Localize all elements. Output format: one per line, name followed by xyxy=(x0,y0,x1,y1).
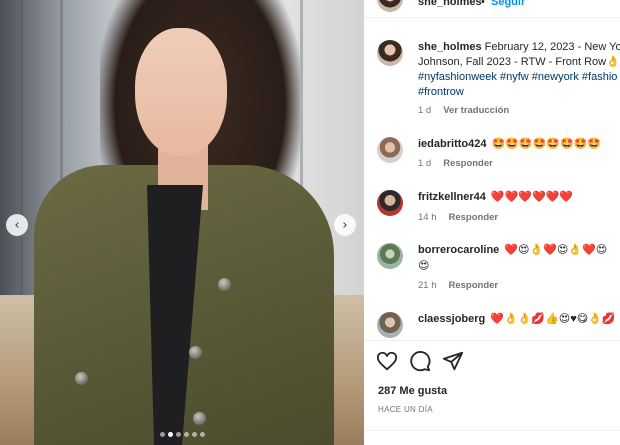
comment-text: 🤩🤩🤩🤩🤩🤩🤩🤩 xyxy=(491,138,602,150)
header-divider xyxy=(364,17,620,18)
comment-meta: 14 h Responder xyxy=(418,212,498,223)
comment-line-1: borrerocaroline ❤️😍👌❤️😍👌❤️😍 xyxy=(418,242,620,258)
carousel-prev-button[interactable]: ‹ xyxy=(6,214,28,236)
comment-text: ❤️👌👌💋👍😍♥😋👌💋 xyxy=(490,313,616,325)
comment-meta: 1 d Responder xyxy=(418,158,493,169)
carousel-dot xyxy=(191,432,197,437)
share-button[interactable] xyxy=(442,350,464,372)
reply-button[interactable]: Responder xyxy=(449,212,499,223)
translate-link[interactable]: Ver traducción xyxy=(443,105,509,116)
comment-line-2: 😍 xyxy=(418,260,430,272)
post-photo[interactable]: ‹ › xyxy=(0,0,364,445)
comment-avatar[interactable] xyxy=(377,243,403,269)
comment-avatar[interactable] xyxy=(377,137,403,163)
comment-icon xyxy=(410,351,431,372)
comment-username[interactable]: borrerocaroline xyxy=(418,244,499,256)
coat-button xyxy=(193,412,206,425)
chevron-left-icon: ‹ xyxy=(14,217,20,233)
hashtag-link[interactable]: #nyfw xyxy=(500,71,529,83)
carousel-dot xyxy=(175,432,181,437)
comment-text: ❤️❤️❤️❤️❤️❤️ xyxy=(490,191,574,203)
carousel-next-button[interactable]: › xyxy=(334,214,356,236)
hashtag-link[interactable]: #newyork xyxy=(532,71,579,83)
carousel-dot xyxy=(199,432,205,437)
footer-divider xyxy=(364,430,620,431)
post-timestamp: HACE UN DÍA xyxy=(378,405,433,414)
comment-username[interactable]: fritzkellner44 xyxy=(418,191,486,203)
caption-line-1: she_holmes February 12, 2023 - New Yo xyxy=(418,40,620,55)
caption-author[interactable]: she_holmes xyxy=(418,41,482,53)
coat-button xyxy=(218,278,231,291)
chevron-right-icon: › xyxy=(342,217,348,233)
comment-avatar[interactable] xyxy=(377,190,403,216)
carousel-dot xyxy=(159,432,165,437)
caption-line-3: #nyfashionweek #nyfw #newyork #fashio xyxy=(418,70,620,85)
send-icon xyxy=(442,351,464,371)
reply-button[interactable]: Responder xyxy=(443,158,493,169)
comment-text: ❤️😍👌❤️😍👌❤️😍 xyxy=(504,244,608,256)
like-button[interactable] xyxy=(376,350,398,372)
comment: borrerocaroline ❤️😍👌❤️😍👌❤️😍 😍 xyxy=(418,242,620,274)
carousel-dot-active xyxy=(167,432,173,437)
caption-age: 1 d xyxy=(418,105,432,116)
caption-meta: 1 d Ver traducción xyxy=(418,105,509,116)
author-username[interactable]: she_holmes xyxy=(418,0,482,8)
caption: she_holmes February 12, 2023 - New Yo Jo… xyxy=(418,40,620,100)
hashtag-link[interactable]: #fashio xyxy=(582,71,617,83)
comment: fritzkellner44 ❤️❤️❤️❤️❤️❤️ xyxy=(418,189,620,205)
carousel-indicator xyxy=(0,432,364,437)
comment-button[interactable] xyxy=(409,350,431,372)
comment-meta: 21 h Responder xyxy=(418,280,498,291)
caption-text-2: Johnson, Fall 2023 - RTW - Front Row xyxy=(418,56,607,68)
hashtag-link[interactable]: #frontrow xyxy=(418,86,464,98)
actions-divider xyxy=(364,340,620,341)
hashtag-link[interactable]: #nyfashionweek xyxy=(418,71,497,83)
instagram-post-view: ‹ › she_holmes • Seguir she_holmes Febru… xyxy=(0,0,620,445)
caption-line-4: #frontrow xyxy=(418,85,620,100)
caption-emoji: 👌 xyxy=(606,56,620,68)
header-separator: • xyxy=(481,0,485,8)
caption-line-2: Johnson, Fall 2023 - RTW - Front Row👌 xyxy=(418,55,620,70)
comment-username[interactable]: iedabritto424 xyxy=(418,138,486,150)
carousel-dot xyxy=(183,432,189,437)
face xyxy=(135,28,227,156)
comment: claessjoberg ❤️👌👌💋👍😍♥😋👌💋 xyxy=(418,311,620,327)
coat-button xyxy=(189,346,202,359)
comment-avatar[interactable] xyxy=(377,312,403,338)
coat-button xyxy=(75,372,88,385)
comment-age: 14 h xyxy=(418,212,437,223)
reply-button[interactable]: Responder xyxy=(449,280,499,291)
follow-button[interactable]: Seguir xyxy=(491,0,525,8)
caption-text-1: February 12, 2023 - New Yo xyxy=(484,41,620,53)
comment: iedabritto424 🤩🤩🤩🤩🤩🤩🤩🤩 xyxy=(418,136,620,152)
caption-avatar[interactable] xyxy=(377,40,403,66)
like-count[interactable]: 287 Me gusta xyxy=(378,385,447,397)
comment-age: 21 h xyxy=(418,280,437,291)
heart-icon xyxy=(376,351,398,371)
comment-username[interactable]: claessjoberg xyxy=(418,313,485,325)
comment-age: 1 d xyxy=(418,158,432,169)
